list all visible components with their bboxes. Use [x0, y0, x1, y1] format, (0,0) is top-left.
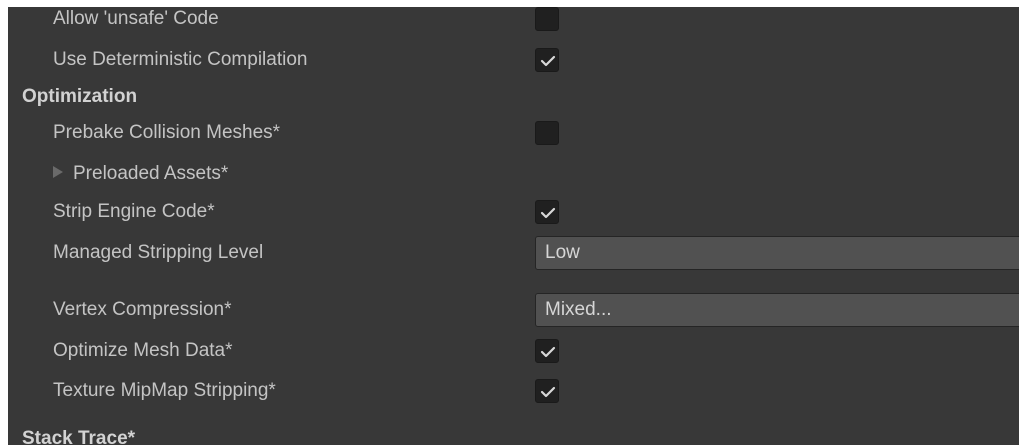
checkmark-icon — [540, 207, 556, 219]
optimize-mesh-data-row: Optimize Mesh Data* — [8, 332, 1019, 370]
checkmark-icon — [540, 55, 556, 67]
vertex-compression-label: Vertex Compression* — [53, 299, 232, 320]
allow-unsafe-code-label: Allow 'unsafe' Code — [53, 8, 219, 29]
strip-engine-code-label: Strip Engine Code* — [53, 201, 215, 222]
optimization-header: Optimization — [22, 86, 138, 107]
managed-stripping-level-row: Managed Stripping Level Low — [8, 234, 1019, 272]
checkmark-icon — [540, 346, 556, 358]
managed-stripping-level-dropdown[interactable]: Low — [535, 236, 1019, 270]
triangle-right-icon[interactable] — [53, 165, 63, 178]
texture-mipmap-stripping-row: Texture MipMap Stripping* — [8, 372, 1019, 410]
managed-stripping-level-label: Managed Stripping Level — [53, 242, 264, 263]
use-deterministic-compilation-checkbox[interactable] — [535, 48, 559, 72]
texture-mipmap-stripping-label: Texture MipMap Stripping* — [53, 380, 276, 401]
vertex-compression-dropdown[interactable]: Mixed... — [535, 293, 1019, 327]
preloaded-assets-foldout[interactable]: Preloaded Assets* — [8, 155, 1019, 193]
prebake-collision-meshes-checkbox[interactable] — [535, 121, 559, 145]
texture-mipmap-stripping-checkbox[interactable] — [535, 379, 559, 403]
optimize-mesh-data-checkbox[interactable] — [535, 339, 559, 363]
prebake-collision-meshes-row: Prebake Collision Meshes* — [8, 114, 1019, 152]
player-settings-panel: Allow 'unsafe' Code Use Deterministic Co… — [8, 7, 1019, 445]
prebake-collision-meshes-label: Prebake Collision Meshes* — [53, 122, 281, 143]
strip-engine-code-row: Strip Engine Code* — [8, 193, 1019, 231]
preloaded-assets-label: Preloaded Assets* — [73, 163, 229, 184]
use-deterministic-compilation-row: Use Deterministic Compilation — [8, 41, 1019, 79]
preloaded-assets-foldout-label-wrap: Preloaded Assets* — [53, 163, 228, 185]
vertex-compression-value: Mixed... — [545, 299, 612, 320]
allow-unsafe-code-row: Allow 'unsafe' Code — [8, 7, 1019, 38]
optimize-mesh-data-label: Optimize Mesh Data* — [53, 340, 233, 361]
managed-stripping-level-value: Low — [545, 242, 580, 263]
stack-trace-header: Stack Trace* — [22, 428, 136, 445]
checkmark-icon — [540, 386, 556, 398]
use-deterministic-compilation-label: Use Deterministic Compilation — [53, 49, 308, 70]
allow-unsafe-code-checkbox[interactable] — [535, 7, 559, 31]
vertex-compression-row: Vertex Compression* Mixed... — [8, 291, 1019, 329]
strip-engine-code-checkbox[interactable] — [535, 200, 559, 224]
